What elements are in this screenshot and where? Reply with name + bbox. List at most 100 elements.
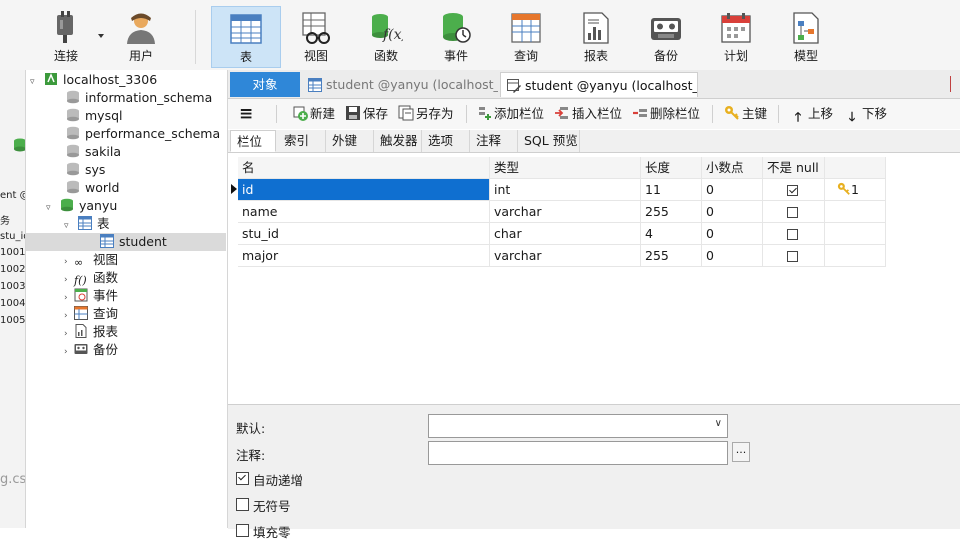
chevron-right-icon[interactable]: › (64, 343, 74, 361)
zerofill-checkbox[interactable] (236, 524, 249, 537)
not-null-cell[interactable] (763, 179, 825, 201)
group-label: 事件 (93, 288, 119, 303)
table-button[interactable]: 表 (211, 6, 281, 68)
tab-comments[interactable]: 注释 (470, 130, 518, 152)
tree-functions-group[interactable]: › f() 函数 (64, 269, 118, 287)
tree-database[interactable]: information_schema (66, 89, 212, 107)
tree-database[interactable]: world (66, 179, 119, 197)
backup-button[interactable]: 备份 (631, 6, 701, 68)
group-label: 函数 (93, 270, 119, 285)
schedule-button[interactable]: 计划 (701, 6, 771, 68)
column-header[interactable] (825, 157, 886, 179)
field-decimals-cell[interactable]: 0 (702, 201, 763, 223)
tab-indexes[interactable]: 索引 (278, 130, 326, 152)
tree-database[interactable]: mysql (66, 107, 123, 125)
not-null-cell[interactable] (763, 223, 825, 245)
not-null-cell[interactable] (763, 245, 825, 267)
tree-database[interactable]: performance_schema (66, 125, 220, 143)
field-length-cell[interactable]: 4 (641, 223, 702, 245)
connect-button[interactable]: 连接 (31, 6, 101, 68)
not-null-checkbox[interactable] (787, 185, 798, 196)
menu-button[interactable]: ≡ (239, 105, 253, 123)
tab-triggers[interactable]: 触发器 (374, 130, 422, 152)
tree-tables-group[interactable]: ▿ 表 (64, 215, 110, 233)
tab-objects[interactable]: 对象 (230, 72, 300, 97)
chevron-down-icon[interactable]: ▿ (46, 199, 56, 217)
comment-input[interactable] (428, 441, 728, 465)
fragment-text: 1004 (0, 298, 26, 309)
user-label: 用户 (128, 49, 153, 63)
default-select[interactable]: ∨ (428, 414, 728, 438)
function-button[interactable]: f(x) 函数 (351, 6, 421, 68)
primary-key-button[interactable]: 主键 (724, 105, 767, 123)
field-type-cell[interactable]: varchar (490, 201, 641, 223)
key-icon (725, 106, 739, 120)
field-length-cell[interactable]: 255 (641, 201, 702, 223)
tree-connection[interactable]: ▿ localhost_3306 (30, 71, 157, 89)
field-decimals-cell[interactable]: 0 (702, 245, 763, 267)
column-header[interactable]: 小数点 (702, 157, 763, 179)
field-name-cell[interactable]: id (238, 179, 490, 201)
field-name-cell[interactable]: name (238, 201, 490, 223)
move-down-button[interactable]: 🡓 下移 (844, 105, 887, 124)
field-length-cell[interactable]: 11 (641, 179, 702, 201)
query-button[interactable]: 查询 (491, 6, 561, 68)
save-button[interactable]: 保存 (345, 105, 388, 123)
move-up-button[interactable]: 🡑 上移 (790, 105, 833, 124)
chevron-down-icon[interactable]: ▿ (30, 73, 40, 91)
field-decimals-cell[interactable]: 0 (702, 223, 763, 245)
tree-events-group[interactable]: › 事件 (64, 287, 118, 305)
tree-table-student[interactable]: student (26, 233, 226, 251)
tree-database-open[interactable]: ▿ yanyu (46, 197, 117, 215)
tree-database[interactable]: sakila (66, 143, 121, 161)
key-cell: 1 (825, 179, 886, 201)
chevron-down-icon[interactable] (98, 34, 104, 38)
column-header[interactable]: 长度 (641, 157, 702, 179)
column-header[interactable]: 类型 (490, 157, 641, 179)
tab-sql-preview[interactable]: SQL 预览 (518, 130, 580, 152)
save-as-button[interactable]: 另存为 (398, 105, 454, 123)
not-null-cell[interactable] (763, 201, 825, 223)
primary-key-label: 主键 (742, 106, 768, 121)
tree-views-group[interactable]: › ∞ 视图 (64, 251, 118, 269)
database-label: world (85, 180, 120, 195)
unsigned-checkbox[interactable] (236, 498, 249, 511)
tab-options[interactable]: 选项 (422, 130, 470, 152)
not-null-checkbox[interactable] (787, 251, 798, 262)
comment-ellipsis-button[interactable]: ... (732, 442, 750, 462)
field-type-cell[interactable]: varchar (490, 245, 641, 267)
field-name-cell[interactable]: major (238, 245, 490, 267)
not-null-checkbox[interactable] (787, 207, 798, 218)
field-name-cell[interactable]: stu_id (238, 223, 490, 245)
tab-foreign-keys[interactable]: 外键 (326, 130, 374, 152)
user-button[interactable]: 用户 (106, 6, 176, 68)
field-type-cell[interactable]: char (490, 223, 641, 245)
delete-field-button[interactable]: 删除栏位 (632, 105, 700, 123)
field-type-cell[interactable]: int (490, 179, 641, 201)
table-icon (308, 78, 322, 92)
connect-label: 连接 (53, 49, 78, 63)
model-button[interactable]: 模型 (771, 6, 841, 68)
new-button[interactable]: 新建 (292, 105, 335, 123)
column-header[interactable]: 不是 null (763, 157, 825, 179)
field-decimals-cell[interactable]: 0 (702, 179, 763, 201)
not-null-checkbox[interactable] (787, 229, 798, 240)
tree-reports-group[interactable]: › 报表 (64, 323, 118, 341)
column-header[interactable]: 名 (238, 157, 490, 179)
view-button[interactable]: 视图 (281, 6, 351, 68)
tab-student-design[interactable]: student @yanyu (localhost_... (500, 72, 698, 97)
tab-student-data[interactable]: student @yanyu (localhost_... (302, 72, 498, 97)
tree-queries-group[interactable]: › 查询 (64, 305, 118, 323)
tree-backups-group[interactable]: › 备份 (64, 341, 118, 359)
field-length-cell[interactable]: 255 (641, 245, 702, 267)
tree-database[interactable]: sys (66, 161, 105, 179)
report-button[interactable]: 报表 (561, 6, 631, 68)
view-icon: ∞ (74, 256, 84, 269)
add-field-button[interactable]: 添加栏位 (476, 105, 544, 123)
tab-fields[interactable]: 栏位 (230, 130, 276, 152)
arrow-up-icon: 🡑 (794, 109, 802, 124)
insert-field-button[interactable]: 插入栏位 (554, 105, 622, 123)
auto-increment-checkbox[interactable] (236, 472, 249, 485)
event-button[interactable]: 事件 (421, 6, 491, 68)
comment-label: 注释: (236, 448, 266, 463)
